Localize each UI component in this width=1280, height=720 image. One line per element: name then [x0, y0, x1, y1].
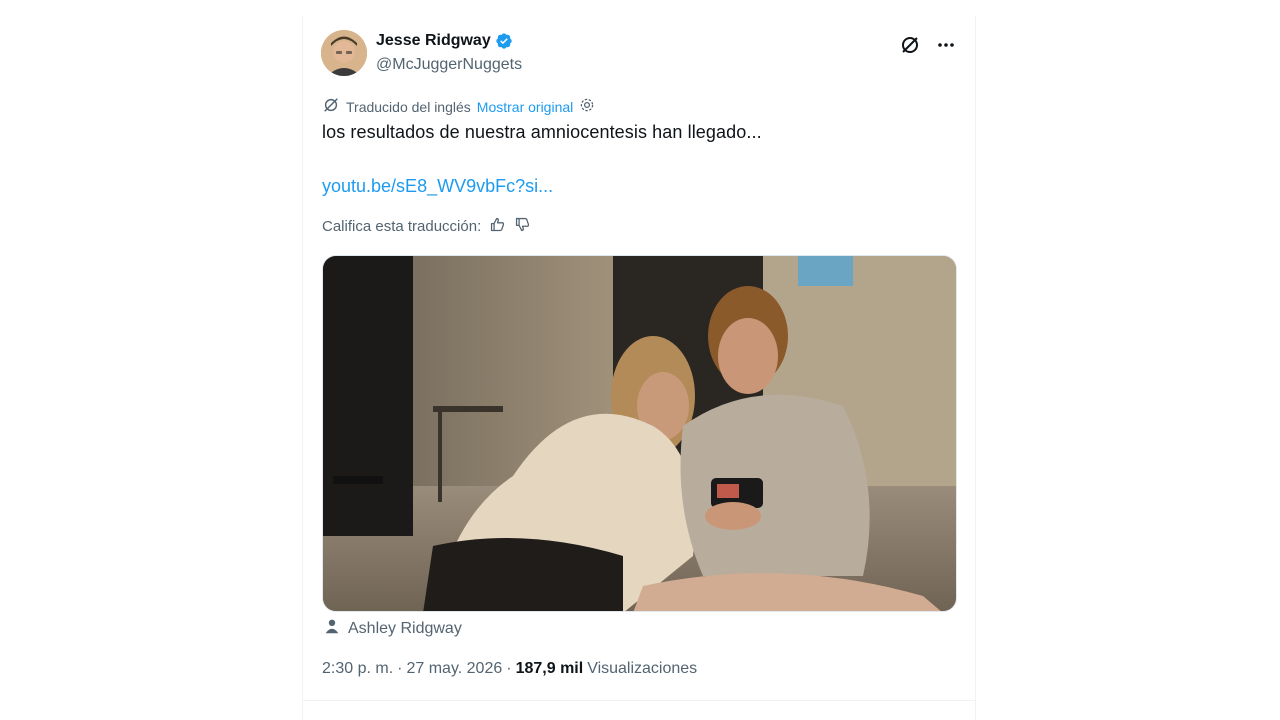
rate-translation-label: Califica esta traducción: [322, 218, 482, 235]
views-count: 187,9 mil [515, 660, 584, 677]
tweet-meta: 2:30 p. m. · 27 may. 2026 · 187,9 mil Vi… [322, 660, 697, 678]
show-original-link[interactable]: Mostrar original [477, 99, 573, 115]
tagged-user-name: Ashley Ridgway [348, 619, 462, 637]
translation-row: Traducido del inglés Mostrar original [322, 96, 595, 117]
tweet-text: los resultados de nuestra amniocentesis … [322, 122, 762, 142]
thumbs-up-icon[interactable] [489, 216, 506, 237]
tweet-media-photo[interactable] [322, 255, 957, 612]
tweet-time[interactable]: 2:30 p. m. [322, 660, 393, 678]
tweet-link[interactable]: youtu.be/sE8_WV9vbFc?si... [322, 176, 553, 197]
rate-translation-row: Califica esta traducción: [322, 216, 531, 237]
author-avatar[interactable] [321, 30, 367, 76]
grok-icon[interactable] [899, 34, 921, 56]
divider [303, 700, 975, 701]
author-name-row: Jesse Ridgway [376, 32, 513, 50]
tweet-date[interactable]: 27 may. 2026 [406, 660, 502, 678]
person-icon [324, 618, 340, 639]
settings-icon[interactable] [579, 97, 595, 116]
more-icon[interactable] [935, 34, 957, 56]
author-name[interactable]: Jesse Ridgway [376, 32, 491, 50]
translate-icon [322, 96, 340, 117]
verified-badge-icon[interactable] [495, 32, 513, 50]
author-handle[interactable]: @McJuggerNuggets [376, 56, 522, 74]
tweet-top-actions [899, 34, 957, 56]
tagged-user-row[interactable]: Ashley Ridgway [324, 618, 462, 639]
tweet-card: Jesse Ridgway @McJuggerNuggets Traducido… [302, 16, 976, 720]
views-label: Visualizaciones [587, 660, 698, 677]
meta-separator: · [397, 660, 403, 677]
meta-separator-2: · [506, 660, 512, 677]
translated-label: Traducido del inglés [346, 98, 471, 115]
thumbs-down-icon[interactable] [514, 216, 531, 237]
